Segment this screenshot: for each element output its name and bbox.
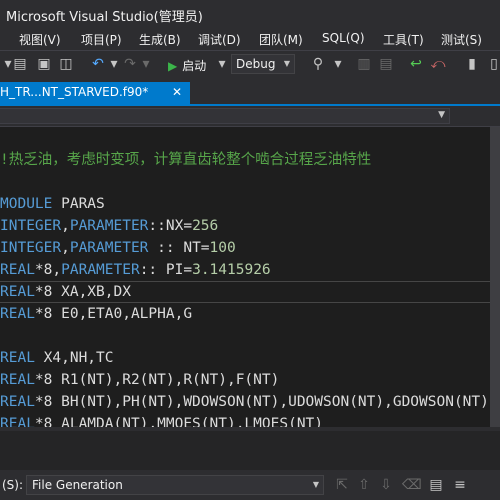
find-in-files-icon[interactable]: ⚲ bbox=[310, 56, 326, 72]
code-token: MODULE bbox=[0, 196, 53, 212]
bookmark-clear-icon[interactable]: ⤺ bbox=[430, 56, 446, 72]
code-token: 100 bbox=[209, 240, 236, 256]
menu-project[interactable]: 项目(P) bbox=[81, 31, 122, 48]
code-token: INTEGER bbox=[0, 218, 62, 234]
output-source-value: File Generation bbox=[32, 478, 123, 492]
menu-view[interactable]: 视图(V) bbox=[19, 31, 61, 48]
output-prev-icon[interactable]: ⇧ bbox=[356, 477, 372, 493]
code-token: ::NX= bbox=[148, 218, 193, 234]
code-token: :: PI= bbox=[139, 262, 193, 278]
code-token: PARAMETER bbox=[69, 218, 149, 234]
uncomment-icon[interactable]: ▤ bbox=[378, 56, 394, 72]
output-source-label: (S): bbox=[2, 478, 24, 492]
chevron-down-icon: ▼ bbox=[312, 480, 319, 489]
menu-tools[interactable]: 工具(T) bbox=[383, 31, 424, 48]
menu-debug[interactable]: 调试(D) bbox=[198, 31, 241, 48]
save-icon[interactable]: ▣ bbox=[36, 56, 52, 72]
menu-build[interactable]: 生成(B) bbox=[139, 31, 181, 48]
open-file-icon[interactable]: ▤ bbox=[12, 56, 28, 72]
code-line[interactable]: REAL*8 XA,XB,DX bbox=[0, 281, 490, 303]
code-line[interactable]: INTEGER,PARAMETER::NX=256 bbox=[0, 215, 490, 237]
start-debugging-button[interactable]: ▶ 启动 bbox=[168, 57, 206, 74]
code-token: *8 R1(NT),R2(NT),R(NT),F(NT) bbox=[34, 372, 280, 388]
configuration-value: Debug bbox=[236, 57, 276, 71]
code-token: !热乏油，考虑时变项，计算直齿轮整个啮合过程乏油特性 bbox=[0, 152, 372, 168]
code-line[interactable]: MODULE PARAS bbox=[0, 193, 490, 215]
code-line[interactable]: REAL*8,PARAMETER:: PI=3.1415926 bbox=[0, 259, 490, 281]
code-token: :: NT= bbox=[148, 240, 210, 256]
code-line[interactable]: !热乏油，考虑时变项，计算直齿轮整个啮合过程乏油特性 bbox=[0, 149, 490, 171]
output-source-select[interactable]: File Generation ▼ bbox=[26, 475, 324, 495]
bookmark-icon[interactable]: ▮ bbox=[464, 56, 480, 72]
menu-bar: 视图(V) 项目(P) 生成(B) 调试(D) 团队(M) SQL(Q) 工具(… bbox=[0, 28, 500, 48]
code-token: *8 E0,ETA0,ALPHA,G bbox=[34, 306, 193, 322]
output-wrap-icon[interactable]: ≡ bbox=[452, 477, 468, 493]
code-editor[interactable]: !热乏油，考虑时变项，计算直齿轮整个啮合过程乏油特性 MODULE PARAS IN… bbox=[0, 127, 490, 427]
standard-toolbar: ▾ ▤ ▣ ◫ ↶ ▾ ↷ ▾ ▶ 启动 ▾ Debug ▼ ⚲ ▾ ▥ ▤ ↩ … bbox=[0, 50, 500, 79]
comment-icon[interactable]: ▥ bbox=[356, 56, 372, 72]
tab-title: H_TR...NT_STARVED.f90* bbox=[0, 85, 149, 99]
save-all-icon[interactable]: ◫ bbox=[58, 56, 74, 72]
menu-test[interactable]: 测试(S) bbox=[441, 31, 482, 48]
close-icon[interactable]: ✕ bbox=[172, 85, 182, 99]
code-line[interactable]: INTEGER,PARAMETER :: NT=100 bbox=[0, 237, 490, 259]
document-tab[interactable]: H_TR...NT_STARVED.f90* ✕ bbox=[0, 82, 190, 104]
code-token: REAL bbox=[0, 350, 35, 366]
code-token: REAL bbox=[0, 394, 35, 410]
output-next-icon[interactable]: ⇩ bbox=[378, 477, 394, 493]
code-token: *8 BH(NT),PH(NT),WDOWSON(NT),UDOWSON(NT)… bbox=[34, 394, 489, 410]
solution-configuration-select[interactable]: Debug ▼ bbox=[231, 54, 295, 74]
code-line[interactable]: REAL*8 BH(NT),PH(NT),WDOWSON(NT),UDOWSON… bbox=[0, 391, 490, 413]
code-token: REAL bbox=[0, 262, 35, 278]
code-token: PARAS bbox=[52, 196, 105, 212]
code-token: *8 XA,XB,DX bbox=[34, 284, 131, 300]
code-token: REAL bbox=[0, 372, 35, 388]
output-clear-icon[interactable]: ⌫ bbox=[402, 477, 422, 493]
member-dropdown[interactable]: ▼ bbox=[0, 108, 450, 124]
code-token: X4,NH,TC bbox=[34, 350, 114, 366]
start-label: 启动 bbox=[182, 59, 207, 73]
redo-dropdown-icon[interactable]: ▾ bbox=[138, 56, 154, 72]
menu-sql[interactable]: SQL(Q) bbox=[322, 31, 365, 45]
code-token: PARAMETER bbox=[69, 240, 149, 256]
chevron-down-icon: ▼ bbox=[283, 59, 290, 68]
undo-icon[interactable]: ↶ bbox=[90, 56, 106, 72]
navigation-bar: ▼ bbox=[0, 106, 500, 127]
output-clear-all-icon[interactable]: ▤ bbox=[428, 477, 444, 493]
redo-icon[interactable]: ↷ bbox=[122, 56, 138, 72]
code-line[interactable]: REAL*8 E0,ETA0,ALPHA,G bbox=[0, 303, 490, 325]
code-line[interactable]: REAL X4,NH,TC bbox=[0, 347, 490, 369]
bookmark-prev-icon[interactable]: ↩ bbox=[408, 56, 424, 72]
undo-dropdown-icon[interactable]: ▾ bbox=[106, 56, 122, 72]
bookmark-next-icon[interactable]: ▯ bbox=[486, 56, 500, 72]
toolbar-overflow-icon[interactable]: ▾ bbox=[330, 56, 346, 72]
code-token: PARAMETER bbox=[61, 262, 140, 278]
code-token: *8, bbox=[34, 262, 62, 278]
editor-vertical-scrollbar[interactable] bbox=[490, 127, 500, 427]
output-toolbar: (S): File Generation ▼ ⇱ ⇧ ⇩ ⌫ ▤ ≡ bbox=[0, 470, 500, 500]
code-token: 256 bbox=[192, 218, 219, 234]
code-token: REAL bbox=[0, 416, 35, 427]
code-line[interactable]: REAL*8 ALAMDA(NT),MMOES(NT),LMOES(NT) bbox=[0, 413, 490, 427]
document-tab-strip: H_TR...NT_STARVED.f90* ✕ bbox=[0, 80, 500, 105]
start-dropdown-icon[interactable]: ▾ bbox=[214, 56, 230, 72]
code-token: REAL bbox=[0, 306, 35, 322]
code-token: , bbox=[61, 218, 70, 234]
window-title: Microsoft Visual Studio(管理员) bbox=[6, 10, 203, 25]
code-line[interactable]: REAL*8 R1(NT),R2(NT),R(NT),F(NT) bbox=[0, 369, 490, 391]
chevron-down-icon: ▼ bbox=[438, 110, 445, 120]
code-token: 3.1415926 bbox=[192, 262, 271, 278]
play-icon: ▶ bbox=[168, 59, 178, 73]
code-line[interactable] bbox=[0, 171, 490, 193]
code-token: REAL bbox=[0, 284, 35, 300]
code-token: , bbox=[61, 240, 70, 256]
menu-team[interactable]: 团队(M) bbox=[259, 31, 303, 48]
title-bar: Microsoft Visual Studio(管理员) bbox=[0, 0, 500, 28]
code-line[interactable] bbox=[0, 325, 490, 347]
code-token: *8 ALAMDA(NT),MMOES(NT),LMOES(NT) bbox=[34, 416, 324, 427]
output-goto-icon[interactable]: ⇱ bbox=[334, 477, 350, 493]
code-token: INTEGER bbox=[0, 240, 62, 256]
code-line[interactable] bbox=[0, 127, 490, 149]
